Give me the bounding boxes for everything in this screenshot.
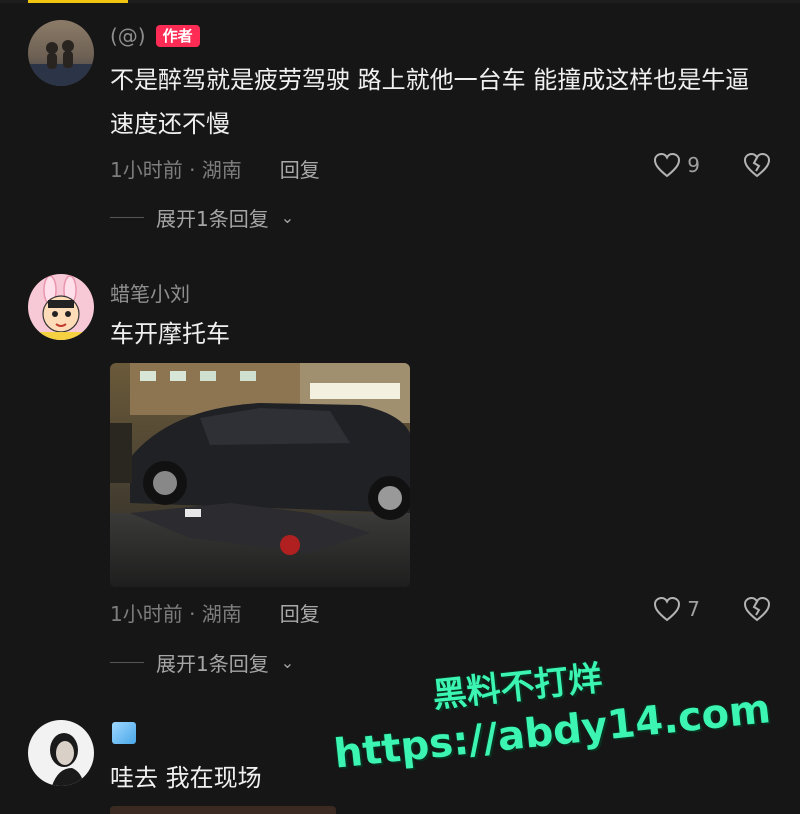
divider-line: [110, 662, 144, 663]
comment-item: 蜡笔小刘 车开摩托车 1小时前 · 湖南 回复 7 展开1条回复 ⌄: [0, 250, 800, 700]
ice-badge-icon: [112, 722, 136, 744]
expand-replies-label: 展开1条回复: [156, 207, 269, 231]
comment-photo-preview[interactable]: [110, 806, 336, 814]
broken-heart-icon: [743, 596, 771, 622]
chevron-down-icon: ⌄: [280, 208, 295, 227]
chevron-down-icon: ⌄: [280, 653, 295, 672]
author-badge: 作者: [155, 25, 200, 47]
dislike-button[interactable]: [742, 152, 772, 182]
comment-time-location: 1小时前 · 湖南: [110, 602, 242, 626]
avatar[interactable]: [28, 720, 94, 786]
comment-time-location: 1小时前 · 湖南: [110, 158, 242, 182]
comment-username[interactable]: 蜡笔小刘: [110, 278, 190, 307]
like-count: 9: [687, 153, 700, 177]
comment-username[interactable]: (@): [110, 24, 146, 48]
comment-photo[interactable]: [110, 363, 410, 587]
dislike-button[interactable]: [742, 596, 772, 626]
heart-icon: [654, 596, 681, 622]
expand-replies-label: 展开1条回复: [156, 652, 269, 676]
reply-button[interactable]: 回复: [280, 598, 320, 627]
avatar[interactable]: [28, 274, 94, 340]
like-button[interactable]: 9: [653, 152, 700, 178]
broken-heart-icon: [743, 152, 771, 178]
comment-item: (@) 作者 不是醉驾就是疲劳驾驶 路上就他一台车 能撞成这样也是牛逼 速度还不…: [0, 0, 800, 250]
reply-button[interactable]: 回复: [280, 154, 320, 183]
heart-icon: [654, 152, 681, 178]
expand-replies-button[interactable]: 展开1条回复 ⌄: [110, 648, 294, 677]
expand-replies-button[interactable]: 展开1条回复 ⌄: [110, 203, 294, 232]
comment-text: 不是醉驾就是疲劳驾驶 路上就他一台车 能撞成这样也是牛逼 速度还不慢: [110, 66, 750, 138]
like-count: 7: [687, 597, 700, 621]
avatar[interactable]: [28, 20, 94, 86]
divider-line: [110, 217, 144, 218]
comment-text: 车开摩托车: [110, 320, 230, 348]
like-button[interactable]: 7: [653, 596, 700, 622]
